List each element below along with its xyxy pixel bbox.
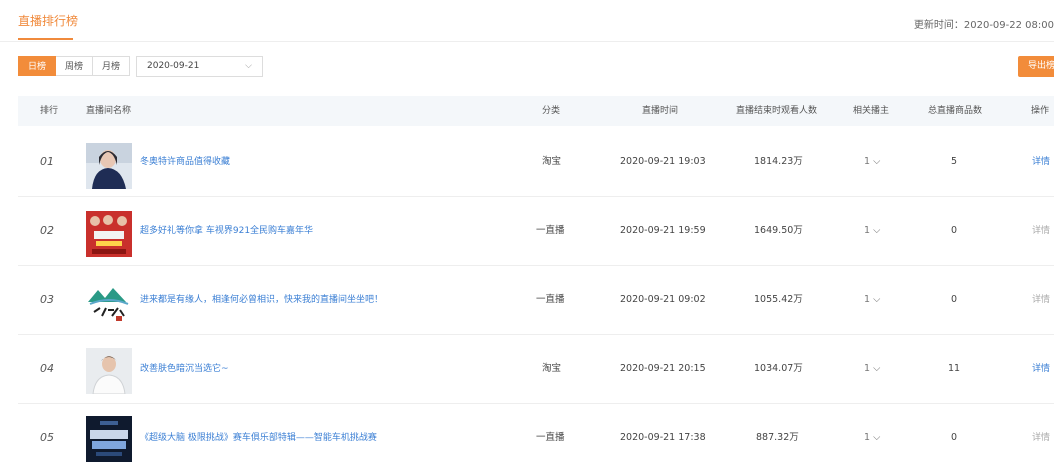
anchor-count: 1 bbox=[864, 294, 871, 305]
anchor-select[interactable]: 1 ⌵ bbox=[864, 335, 880, 403]
category: 一直播 bbox=[536, 294, 565, 305]
period-monthly-button[interactable]: 月榜 bbox=[93, 56, 131, 76]
chevron-down-icon: ⌵ bbox=[873, 363, 881, 374]
export-button[interactable]: 导出榜单 bbox=[1018, 56, 1054, 77]
anchor-count: 1 bbox=[864, 432, 871, 443]
detail-link[interactable]: 详情 bbox=[1032, 404, 1050, 472]
chevron-down-icon: ⌵ bbox=[873, 294, 881, 305]
table-header: 排行 直播间名称 分类 直播时间 直播结束时观看人数 相关播主 总直播商品数 操… bbox=[18, 96, 1054, 126]
table-row: 02 超多好礼等你拿 车视界921全民购车嘉年华 一直播 2020-09-21 … bbox=[18, 197, 1054, 266]
live-time: 2020-09-21 19:03 bbox=[620, 156, 706, 167]
table-row: 04 改善肤色暗沉当选它~ 淘宝 2020-09-21 20:15 1034.0… bbox=[18, 335, 1054, 404]
category: 一直播 bbox=[536, 432, 565, 443]
product-count: 5 bbox=[951, 156, 958, 167]
rank: 03 bbox=[40, 293, 54, 306]
anchor-select[interactable]: 1 ⌵ bbox=[864, 266, 880, 334]
room-title-link[interactable]: 进来都是有缘人，相逢何必曾相识，快来我的直播间坐坐吧！ bbox=[140, 266, 383, 334]
anchor-count: 1 bbox=[864, 156, 871, 167]
room-title-link[interactable]: 超多好礼等你拿 车视界921全民购车嘉年华 bbox=[140, 197, 313, 265]
product-count: 0 bbox=[951, 225, 958, 236]
date-value: 2020-09-21 bbox=[147, 61, 200, 71]
category: 淘宝 bbox=[542, 156, 562, 167]
live-time: 2020-09-21 17:38 bbox=[620, 432, 706, 443]
room-title-link[interactable]: 《超级大脑 极限挑战》赛车俱乐部特辑——智能车机挑战赛 bbox=[140, 404, 377, 472]
table-row: 03 进来都是有缘人，相逢何必曾相识，快来我的直播间坐坐吧！ 一直播 2020-… bbox=[18, 266, 1054, 335]
product-count: 11 bbox=[948, 363, 961, 374]
active-tab-indicator bbox=[18, 38, 73, 40]
rank: 02 bbox=[40, 224, 54, 237]
table-row: 05 《超级大脑 极限挑战》赛车俱乐部特辑——智能车机挑战赛 一直播 2020-… bbox=[18, 404, 1054, 472]
header-live-time: 直播时间 bbox=[642, 106, 679, 116]
chevron-down-icon: ⌵ bbox=[873, 225, 881, 236]
period-daily-button[interactable]: 日榜 bbox=[18, 56, 57, 76]
anchor-count: 1 bbox=[864, 225, 871, 236]
chevron-down-icon: ⌵ bbox=[873, 156, 881, 167]
header-category: 分类 bbox=[542, 106, 561, 116]
detail-link[interactable]: 详情 bbox=[1032, 335, 1050, 403]
tab-live-ranking[interactable]: 直播排行榜 bbox=[18, 12, 78, 29]
rank: 05 bbox=[40, 431, 54, 444]
live-time: 2020-09-21 09:02 bbox=[620, 294, 706, 305]
header-products: 总直播商品数 bbox=[928, 106, 983, 116]
category: 一直播 bbox=[536, 225, 565, 236]
date-select[interactable]: 2020-09-21 ⌵ bbox=[136, 56, 263, 77]
header-room-name: 直播间名称 bbox=[86, 106, 132, 116]
viewer-count: 1034.07万 bbox=[754, 363, 803, 374]
anchor-select[interactable]: 1 ⌵ bbox=[864, 197, 880, 265]
product-count: 0 bbox=[951, 294, 958, 305]
room-thumbnail[interactable] bbox=[86, 211, 132, 257]
category: 淘宝 bbox=[542, 363, 562, 374]
room-title-link[interactable]: 改善肤色暗沉当选它~ bbox=[140, 335, 229, 403]
detail-link[interactable]: 详情 bbox=[1032, 266, 1050, 334]
period-weekly-button[interactable]: 周榜 bbox=[56, 56, 94, 76]
room-thumbnail[interactable] bbox=[86, 416, 132, 462]
detail-link[interactable]: 详情 bbox=[1032, 197, 1050, 265]
header-actions: 操作 bbox=[1031, 106, 1050, 116]
header-viewers: 直播结束时观看人数 bbox=[736, 106, 818, 116]
anchor-select[interactable]: 1 ⌵ bbox=[864, 404, 880, 472]
viewer-count: 1649.50万 bbox=[754, 225, 803, 236]
room-thumbnail[interactable] bbox=[86, 348, 132, 394]
header-rank: 排行 bbox=[40, 106, 59, 116]
chevron-down-icon: ⌵ bbox=[873, 432, 881, 443]
top-bar: 直播排行榜 更新时间：2020-09-22 08:00 bbox=[0, 0, 1054, 42]
room-thumbnail[interactable] bbox=[86, 143, 132, 189]
period-toggle: 日榜 周榜 月榜 bbox=[18, 56, 131, 76]
anchor-count: 1 bbox=[864, 363, 871, 374]
update-time: 更新时间：2020-09-22 08:00 bbox=[913, 20, 1054, 31]
product-count: 0 bbox=[951, 432, 958, 443]
rank: 01 bbox=[40, 155, 54, 168]
viewer-count: 1814.23万 bbox=[754, 156, 803, 167]
chevron-down-icon: ⌵ bbox=[245, 61, 252, 71]
rank: 04 bbox=[40, 362, 54, 375]
live-time: 2020-09-21 19:59 bbox=[620, 225, 706, 236]
room-title-link[interactable]: 冬奥特许商品值得收藏 bbox=[140, 128, 230, 196]
live-time: 2020-09-21 20:15 bbox=[620, 363, 706, 374]
viewer-count: 887.32万 bbox=[756, 432, 799, 443]
anchor-select[interactable]: 1 ⌵ bbox=[864, 128, 880, 196]
header-anchors: 相关播主 bbox=[853, 106, 890, 116]
room-thumbnail[interactable] bbox=[86, 280, 132, 326]
detail-link[interactable]: 详情 bbox=[1032, 128, 1050, 196]
table-row: 01 冬奥特许商品值得收藏 淘宝 2020-09-21 19:03 1814.2… bbox=[18, 128, 1054, 197]
viewer-count: 1055.42万 bbox=[754, 294, 803, 305]
